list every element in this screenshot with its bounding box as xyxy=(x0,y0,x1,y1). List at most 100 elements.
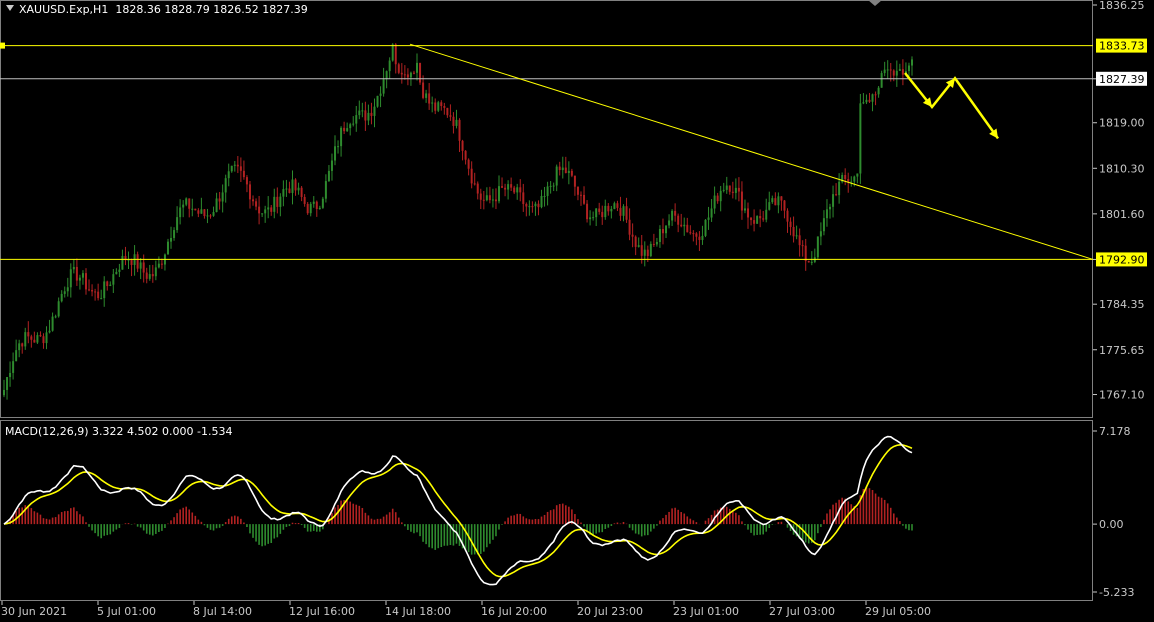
candle-body xyxy=(892,70,895,76)
candle xyxy=(382,67,385,97)
candle-body xyxy=(42,336,45,344)
candle-body xyxy=(822,218,825,232)
candle-body xyxy=(737,187,740,192)
candle xyxy=(179,199,182,225)
time-tick-label: 5 Jul 01:00 xyxy=(97,605,156,618)
candle-body xyxy=(862,102,865,104)
candle xyxy=(871,93,874,112)
candle-body xyxy=(340,127,343,147)
candle-body xyxy=(504,187,507,190)
candle xyxy=(762,210,765,222)
candle-body xyxy=(674,210,677,216)
candle-body xyxy=(151,274,154,277)
candle-body xyxy=(661,228,664,234)
candle-body xyxy=(291,179,294,193)
candle-body xyxy=(743,208,746,211)
candle xyxy=(555,164,558,192)
price-candles xyxy=(3,43,913,400)
candle xyxy=(72,259,75,274)
candle xyxy=(224,174,227,203)
candle xyxy=(704,219,707,238)
candle xyxy=(406,68,409,86)
candle-body xyxy=(103,281,106,299)
candle xyxy=(209,214,212,219)
candle-body xyxy=(528,206,531,208)
candle-body xyxy=(422,82,425,98)
candle-body xyxy=(428,93,431,104)
candle-body xyxy=(412,72,415,74)
candle-body xyxy=(549,185,552,187)
candle xyxy=(886,60,889,79)
candle xyxy=(139,258,142,280)
candle-body xyxy=(100,298,103,300)
candle-body xyxy=(358,110,361,116)
candle xyxy=(804,238,807,271)
candle-body xyxy=(434,102,437,111)
candle-body xyxy=(804,245,807,262)
candle-body xyxy=(233,164,236,166)
candle xyxy=(112,268,115,294)
candle-body xyxy=(154,267,157,277)
candle-body xyxy=(330,160,333,171)
candle-body xyxy=(343,127,346,132)
candle-body xyxy=(792,226,795,237)
candle xyxy=(170,226,173,249)
candle-body xyxy=(634,236,637,247)
candle xyxy=(388,57,391,79)
candle-body xyxy=(911,59,913,66)
candle-body xyxy=(255,201,258,207)
candle-body xyxy=(157,263,160,268)
candle-body xyxy=(349,124,352,129)
candle xyxy=(759,209,762,228)
candle-body xyxy=(774,198,777,206)
candle-body xyxy=(613,203,616,209)
candle xyxy=(194,208,197,211)
candle-body xyxy=(570,170,573,176)
candle-body xyxy=(516,187,519,193)
candle xyxy=(567,161,570,185)
candle xyxy=(136,251,139,273)
candle xyxy=(810,251,813,266)
candle-body xyxy=(337,146,340,148)
candle-body xyxy=(816,236,819,258)
macd-main-line xyxy=(3,435,913,586)
candle-body xyxy=(267,207,270,210)
candle-body xyxy=(907,65,910,72)
candle xyxy=(166,238,169,255)
candle xyxy=(416,53,419,81)
candle xyxy=(734,178,737,200)
candle xyxy=(613,201,616,210)
candle-body xyxy=(488,195,491,201)
candle-body xyxy=(501,186,504,188)
candle-body xyxy=(179,207,182,218)
candle-body xyxy=(334,146,337,161)
candle xyxy=(674,203,677,222)
candle-body xyxy=(18,343,21,351)
candle xyxy=(428,83,431,110)
level-anchor-marker xyxy=(0,42,5,49)
time-tick-label: 27 Jul 03:00 xyxy=(769,605,835,618)
candle xyxy=(807,260,810,263)
candle xyxy=(668,214,671,229)
chart-canvas[interactable]: 1836.25 1827.39 1819.00 1810.30 1801.60 1792.… xyxy=(0,0,1154,622)
candle xyxy=(789,217,792,236)
candle xyxy=(816,236,819,260)
candle-body xyxy=(437,102,440,111)
candle-body xyxy=(476,183,479,194)
candle-body xyxy=(567,170,570,174)
candle xyxy=(212,206,215,217)
candle-body xyxy=(364,110,367,121)
candle-body xyxy=(601,211,604,218)
candle xyxy=(185,197,188,207)
candle xyxy=(698,231,701,251)
candle-body xyxy=(898,69,901,71)
candle-body xyxy=(309,203,312,214)
candle xyxy=(671,209,674,226)
candle-body xyxy=(497,186,500,202)
candle xyxy=(622,204,625,222)
candle xyxy=(437,100,440,113)
candle-body xyxy=(252,199,255,202)
candle xyxy=(197,208,200,218)
candle-body xyxy=(224,178,227,193)
candle-body xyxy=(479,193,482,200)
